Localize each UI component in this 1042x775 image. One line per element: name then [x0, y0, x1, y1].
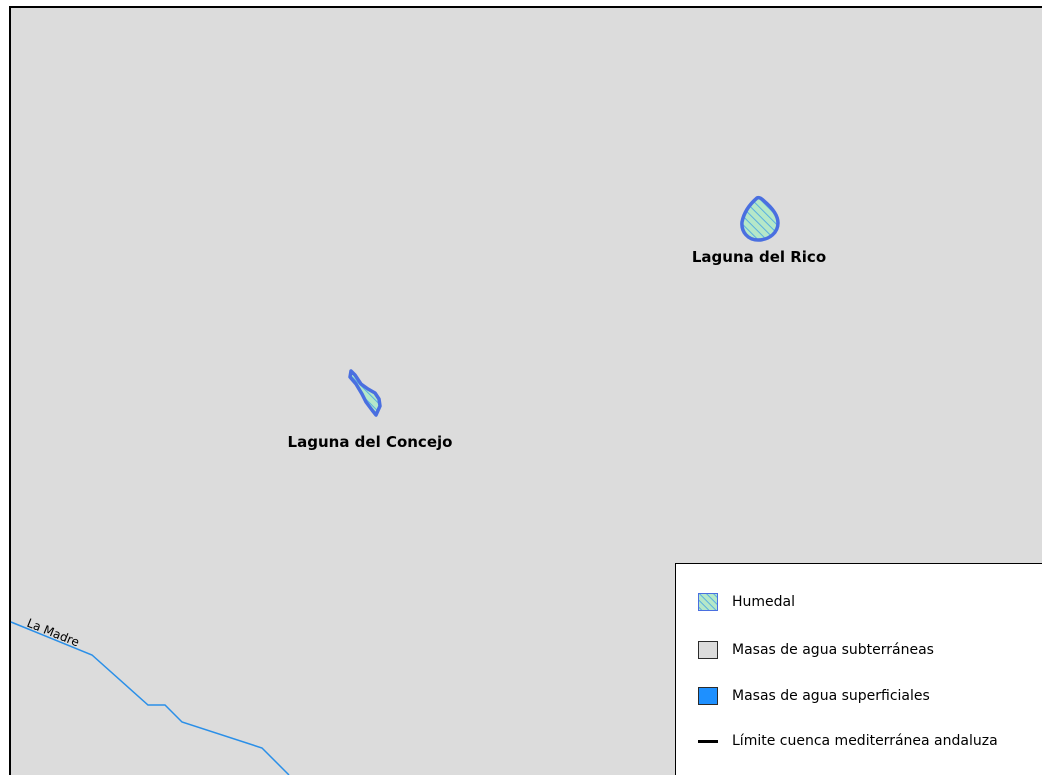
legend-label: Masas de agua subterráneas	[732, 642, 934, 658]
line-symbol-icon	[698, 739, 718, 743]
legend-item-superficiales: Masas de agua superficiales	[698, 686, 930, 706]
legend-label: Límite cuenca mediterránea andaluza	[732, 733, 998, 749]
map-legend: Humedal Masas de agua subterráneas Masas…	[675, 563, 1042, 775]
legend-label: Masas de agua superficiales	[732, 688, 930, 704]
legend-item-limite: Límite cuenca mediterránea andaluza	[698, 731, 998, 751]
gray-swatch-icon	[698, 641, 718, 659]
blue-swatch-icon	[698, 687, 718, 705]
wetland-label-rico: Laguna del Rico	[692, 248, 826, 266]
hatched-swatch-icon	[698, 593, 718, 611]
legend-item-humedal: Humedal	[698, 592, 795, 612]
legend-item-subterraneas: Masas de agua subterráneas	[698, 640, 934, 660]
legend-label: Humedal	[732, 594, 796, 610]
wetland-label-concejo: Laguna del Concejo	[288, 433, 453, 451]
